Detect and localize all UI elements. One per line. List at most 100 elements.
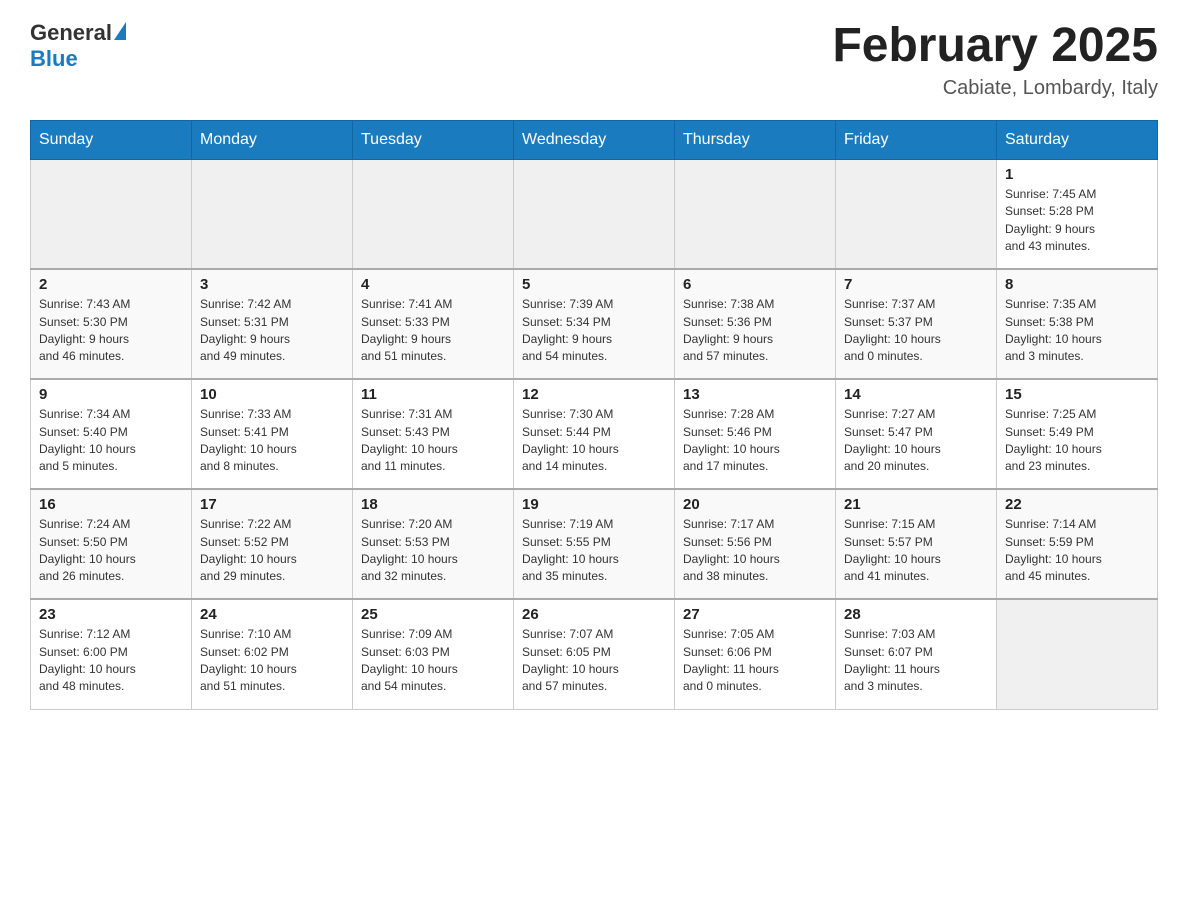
day-info: Sunrise: 7:37 AM Sunset: 5:37 PM Dayligh…: [844, 296, 988, 366]
day-info: Sunrise: 7:39 AM Sunset: 5:34 PM Dayligh…: [522, 296, 666, 366]
calendar-day-cell: [192, 159, 353, 269]
day-number: 1: [1005, 166, 1149, 183]
day-info: Sunrise: 7:17 AM Sunset: 5:56 PM Dayligh…: [683, 516, 827, 586]
day-number: 13: [683, 386, 827, 403]
day-number: 24: [200, 606, 344, 623]
calendar-day-cell: 15 Sunrise: 7:25 AM Sunset: 5:49 PM Dayli…: [997, 379, 1158, 489]
calendar-day-cell: [997, 599, 1158, 709]
day-info: Sunrise: 7:35 AM Sunset: 5:38 PM Dayligh…: [1005, 296, 1149, 366]
calendar-header-day: Saturday: [997, 120, 1158, 159]
location-title: Cabiate, Lombardy, Italy: [832, 77, 1158, 100]
calendar-day-cell: 26 Sunrise: 7:07 AM Sunset: 6:05 PM Dayli…: [514, 599, 675, 709]
day-number: 3: [200, 276, 344, 293]
calendar-header-day: Friday: [836, 120, 997, 159]
day-number: 8: [1005, 276, 1149, 293]
day-number: 11: [361, 386, 505, 403]
calendar-day-cell: [675, 159, 836, 269]
day-info: Sunrise: 7:28 AM Sunset: 5:46 PM Dayligh…: [683, 406, 827, 476]
day-info: Sunrise: 7:05 AM Sunset: 6:06 PM Dayligh…: [683, 626, 827, 696]
calendar-day-cell: 8 Sunrise: 7:35 AM Sunset: 5:38 PM Daylig…: [997, 269, 1158, 379]
day-number: 15: [1005, 386, 1149, 403]
day-number: 2: [39, 276, 183, 293]
day-info: Sunrise: 7:38 AM Sunset: 5:36 PM Dayligh…: [683, 296, 827, 366]
day-number: 9: [39, 386, 183, 403]
calendar-header-day: Sunday: [31, 120, 192, 159]
day-number: 5: [522, 276, 666, 293]
page-header: General Blue February 2025 Cabiate, Lomb…: [30, 20, 1158, 100]
day-info: Sunrise: 7:27 AM Sunset: 5:47 PM Dayligh…: [844, 406, 988, 476]
day-info: Sunrise: 7:30 AM Sunset: 5:44 PM Dayligh…: [522, 406, 666, 476]
day-info: Sunrise: 7:19 AM Sunset: 5:55 PM Dayligh…: [522, 516, 666, 586]
day-number: 28: [844, 606, 988, 623]
calendar-day-cell: [353, 159, 514, 269]
calendar-week-row: 2 Sunrise: 7:43 AM Sunset: 5:30 PM Daylig…: [31, 269, 1158, 379]
day-number: 26: [522, 606, 666, 623]
day-number: 25: [361, 606, 505, 623]
logo-blue-text: Blue: [30, 46, 126, 72]
day-info: Sunrise: 7:09 AM Sunset: 6:03 PM Dayligh…: [361, 626, 505, 696]
calendar-day-cell: 10Sunrise: 7:33 AM Sunset: 5:41 PM Dayli…: [192, 379, 353, 489]
calendar-header-day: Thursday: [675, 120, 836, 159]
day-info: Sunrise: 7:45 AM Sunset: 5:28 PM Dayligh…: [1005, 186, 1149, 256]
day-info: Sunrise: 7:41 AM Sunset: 5:33 PM Dayligh…: [361, 296, 505, 366]
calendar-day-cell: 3 Sunrise: 7:42 AM Sunset: 5:31 PM Daylig…: [192, 269, 353, 379]
calendar-day-cell: 13 Sunrise: 7:28 AM Sunset: 5:46 PM Dayli…: [675, 379, 836, 489]
calendar-day-cell: 17Sunrise: 7:22 AM Sunset: 5:52 PM Dayli…: [192, 489, 353, 599]
calendar-header-row: SundayMondayTuesdayWednesdayThursdayFrid…: [31, 120, 1158, 159]
calendar-day-cell: 18 Sunrise: 7:20 AM Sunset: 5:53 PM Dayli…: [353, 489, 514, 599]
day-info: Sunrise: 7:25 AM Sunset: 5:49 PM Dayligh…: [1005, 406, 1149, 476]
day-info: Sunrise: 7:12 AM Sunset: 6:00 PM Dayligh…: [39, 626, 183, 696]
calendar-day-cell: 11Sunrise: 7:31 AM Sunset: 5:43 PM Dayli…: [353, 379, 514, 489]
day-number: 12: [522, 386, 666, 403]
day-number: 27: [683, 606, 827, 623]
day-info: Sunrise: 7:24 AM Sunset: 5:50 PM Dayligh…: [39, 516, 183, 586]
calendar-day-cell: [836, 159, 997, 269]
calendar-day-cell: 1 Sunrise: 7:45 AM Sunset: 5:28 PM Daylig…: [997, 159, 1158, 269]
day-number: 14: [844, 386, 988, 403]
logo-general-text: General: [30, 20, 112, 46]
day-info: Sunrise: 7:20 AM Sunset: 5:53 PM Dayligh…: [361, 516, 505, 586]
calendar-day-cell: 27 Sunrise: 7:05 AM Sunset: 6:06 PM Dayli…: [675, 599, 836, 709]
day-info: Sunrise: 7:33 AM Sunset: 5:41 PM Dayligh…: [200, 406, 344, 476]
day-number: 23: [39, 606, 183, 623]
calendar-day-cell: 22 Sunrise: 7:14 AM Sunset: 5:59 PM Dayli…: [997, 489, 1158, 599]
day-info: Sunrise: 7:10 AM Sunset: 6:02 PM Dayligh…: [200, 626, 344, 696]
day-info: Sunrise: 7:15 AM Sunset: 5:57 PM Dayligh…: [844, 516, 988, 586]
calendar-day-cell: 20 Sunrise: 7:17 AM Sunset: 5:56 PM Dayli…: [675, 489, 836, 599]
calendar-day-cell: 2 Sunrise: 7:43 AM Sunset: 5:30 PM Daylig…: [31, 269, 192, 379]
day-info: Sunrise: 7:07 AM Sunset: 6:05 PM Dayligh…: [522, 626, 666, 696]
calendar-day-cell: 21 Sunrise: 7:15 AM Sunset: 5:57 PM Dayli…: [836, 489, 997, 599]
calendar-day-cell: 4 Sunrise: 7:41 AM Sunset: 5:33 PM Daylig…: [353, 269, 514, 379]
calendar-day-cell: 9Sunrise: 7:34 AM Sunset: 5:40 PM Daylig…: [31, 379, 192, 489]
day-number: 18: [361, 496, 505, 513]
day-info: Sunrise: 7:42 AM Sunset: 5:31 PM Dayligh…: [200, 296, 344, 366]
calendar-week-row: 16 Sunrise: 7:24 AM Sunset: 5:50 PM Dayli…: [31, 489, 1158, 599]
calendar-week-row: 23 Sunrise: 7:12 AM Sunset: 6:00 PM Dayli…: [31, 599, 1158, 709]
calendar-day-cell: [31, 159, 192, 269]
day-info: Sunrise: 7:03 AM Sunset: 6:07 PM Dayligh…: [844, 626, 988, 696]
calendar-day-cell: 14 Sunrise: 7:27 AM Sunset: 5:47 PM Dayli…: [836, 379, 997, 489]
calendar-header-day: Tuesday: [353, 120, 514, 159]
calendar-week-row: 1 Sunrise: 7:45 AM Sunset: 5:28 PM Daylig…: [31, 159, 1158, 269]
calendar-table: SundayMondayTuesdayWednesdayThursdayFrid…: [30, 120, 1158, 710]
calendar-week-row: 9Sunrise: 7:34 AM Sunset: 5:40 PM Daylig…: [31, 379, 1158, 489]
calendar-day-cell: 28 Sunrise: 7:03 AM Sunset: 6:07 PM Dayli…: [836, 599, 997, 709]
calendar-day-cell: 23 Sunrise: 7:12 AM Sunset: 6:00 PM Dayli…: [31, 599, 192, 709]
logo: General Blue: [30, 20, 126, 72]
day-number: 4: [361, 276, 505, 293]
day-number: 6: [683, 276, 827, 293]
calendar-day-cell: 6 Sunrise: 7:38 AM Sunset: 5:36 PM Daylig…: [675, 269, 836, 379]
calendar-day-cell: 25 Sunrise: 7:09 AM Sunset: 6:03 PM Dayli…: [353, 599, 514, 709]
calendar-day-cell: 12 Sunrise: 7:30 AM Sunset: 5:44 PM Dayli…: [514, 379, 675, 489]
calendar-header-day: Wednesday: [514, 120, 675, 159]
day-info: Sunrise: 7:14 AM Sunset: 5:59 PM Dayligh…: [1005, 516, 1149, 586]
day-info: Sunrise: 7:43 AM Sunset: 5:30 PM Dayligh…: [39, 296, 183, 366]
day-number: 20: [683, 496, 827, 513]
day-number: 21: [844, 496, 988, 513]
title-block: February 2025 Cabiate, Lombardy, Italy: [832, 20, 1158, 100]
calendar-header-day: Monday: [192, 120, 353, 159]
day-number: 19: [522, 496, 666, 513]
day-number: 22: [1005, 496, 1149, 513]
calendar-day-cell: [514, 159, 675, 269]
day-number: 16: [39, 496, 183, 513]
